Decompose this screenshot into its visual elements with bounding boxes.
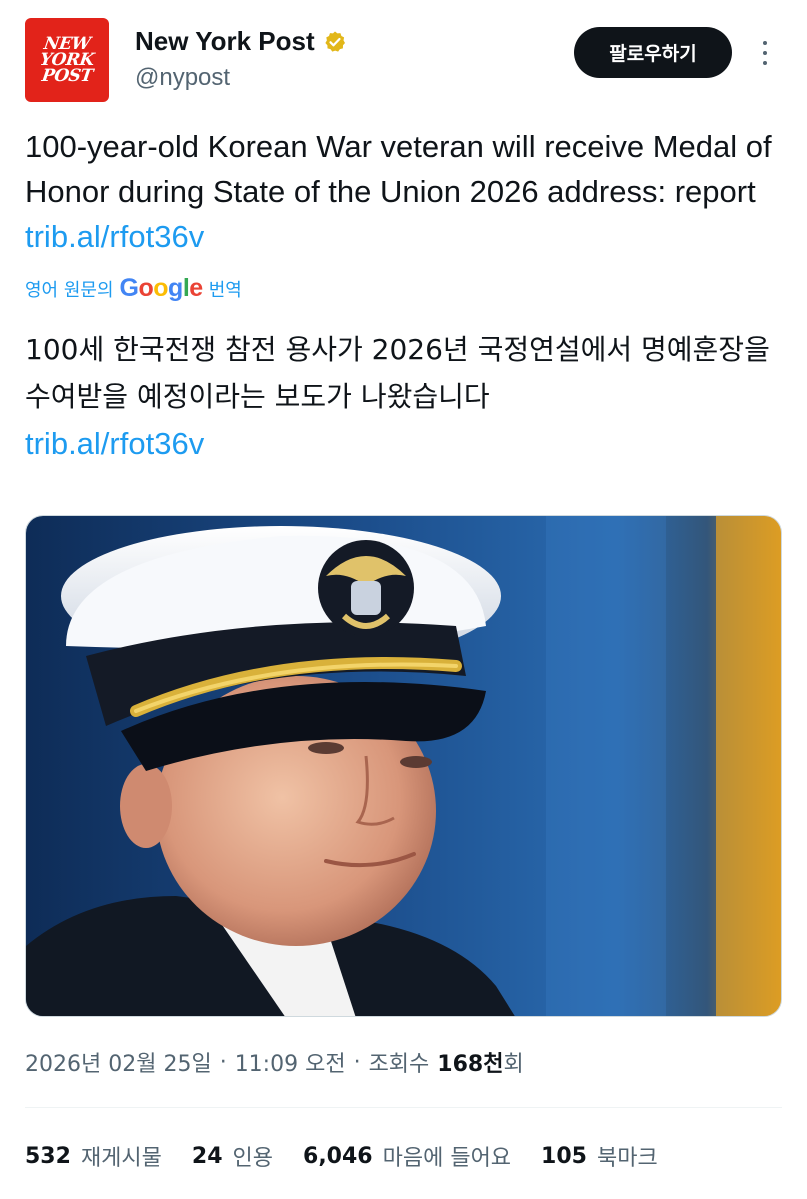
google-letter: g	[168, 274, 183, 302]
veteran-photo-icon	[26, 516, 781, 1016]
divider	[25, 1107, 782, 1108]
translated-body: 100세 한국전쟁 참전 용사가 2026년 국정연설에서 명예훈장을 수여받을…	[25, 333, 770, 413]
tweet-time: 11:09 오전	[234, 1052, 346, 1077]
tweet-meta: 2026년 02월 25일 · 11:09 오전 · 조회수 168천 회	[25, 1046, 524, 1078]
likes-count: 6,046	[303, 1143, 373, 1169]
tweet-text: 100-year-old Korean War veteran will rec…	[25, 124, 785, 259]
translation-attribution[interactable]: 영어 원문의 Google 번역	[25, 274, 242, 303]
name-row: New York Post	[135, 26, 347, 57]
more-options-icon[interactable]	[753, 38, 777, 68]
google-letter: o	[138, 274, 154, 302]
bookmarks-count: 105	[541, 1143, 587, 1169]
account-handle[interactable]: @nypost	[135, 64, 230, 92]
views-count[interactable]: 168천	[437, 1046, 503, 1078]
translation-prefix: 영어 원문의	[25, 279, 114, 301]
verified-badge-icon	[325, 31, 345, 52]
reposts-count: 532	[25, 1143, 71, 1169]
engagement-stats: 532 재게시물 24 인용 6,046 마음에 들어요 105 북마크	[25, 1140, 688, 1172]
translated-link[interactable]: trib.al/rfot36v	[25, 426, 204, 461]
quotes-stat[interactable]: 24 인용	[192, 1140, 273, 1172]
logo-line-3: POST	[40, 66, 94, 86]
quotes-count: 24	[191, 1143, 223, 1169]
tweet-date: 2026년 02월 25일	[25, 1052, 212, 1077]
tweet-body: 100-year-old Korean War veteran will rec…	[25, 129, 772, 209]
tweet-link[interactable]: trib.al/rfot36v	[25, 219, 204, 254]
google-letter: o	[153, 274, 169, 302]
bookmarks-label: 북마크	[596, 1146, 658, 1171]
reposts-label: 재게시물	[80, 1146, 162, 1171]
quotes-label: 인용	[232, 1146, 274, 1171]
google-logo: Google	[119, 274, 204, 303]
tweet-header: NEW YORK POST New York Post @nypost 팔로우하…	[25, 18, 785, 104]
tweet-photo[interactable]	[25, 515, 782, 1017]
google-letter: e	[189, 274, 203, 302]
views-label: 조회수	[368, 1052, 430, 1077]
account-avatar[interactable]: NEW YORK POST	[25, 18, 109, 102]
display-name[interactable]: New York Post	[135, 26, 315, 57]
reposts-stat[interactable]: 532 재게시물	[25, 1140, 162, 1172]
views-unit: 회	[503, 1052, 524, 1077]
google-letter: G	[119, 274, 139, 302]
likes-label: 마음에 들어요	[382, 1146, 512, 1171]
translated-text: 100세 한국전쟁 참전 용사가 2026년 국정연설에서 명예훈장을 수여받을…	[25, 326, 785, 468]
follow-button[interactable]: 팔로우하기	[574, 27, 732, 78]
bookmarks-stat[interactable]: 105 북마크	[541, 1140, 658, 1172]
translation-suffix: 번역	[208, 279, 242, 301]
likes-stat[interactable]: 6,046 마음에 들어요	[303, 1140, 511, 1172]
